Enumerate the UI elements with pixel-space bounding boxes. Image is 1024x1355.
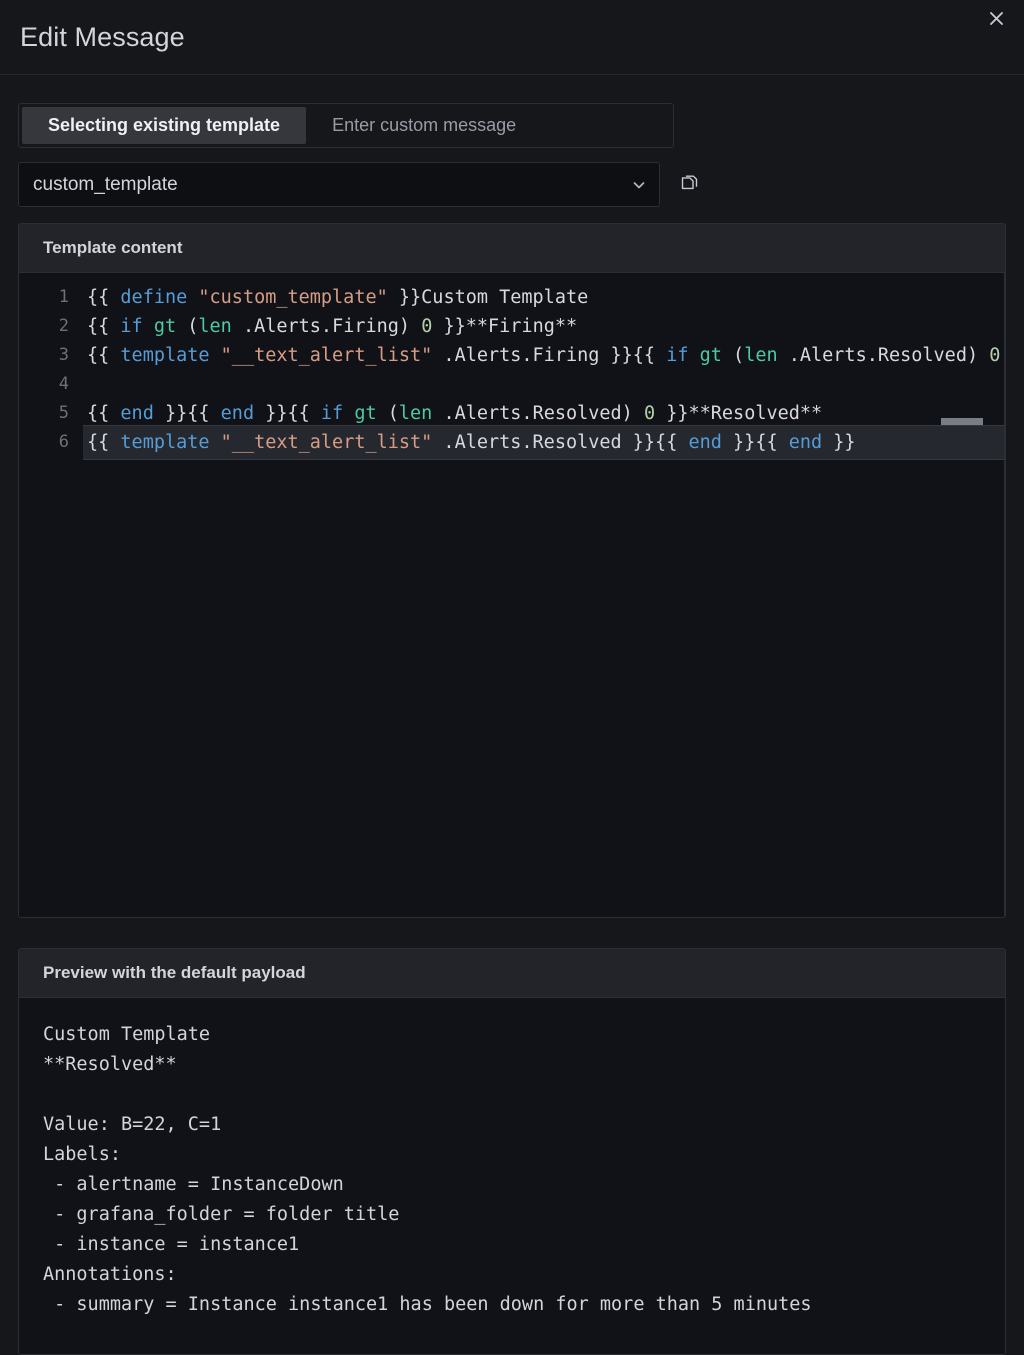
template-select-row: custom_template <box>18 162 1006 207</box>
code-token <box>210 345 221 366</box>
code-token: if <box>666 345 688 366</box>
code-line-text: {{ template "__text_alert_list" .Alerts.… <box>87 428 1005 457</box>
code-editor[interactable]: 1{{ define "custom_template" }}Custom Te… <box>19 273 1005 917</box>
code-token: }} <box>822 432 855 453</box>
tab-enter-custom-message[interactable]: Enter custom message <box>306 107 542 144</box>
close-icon[interactable] <box>982 4 1010 32</box>
preview-header: Preview with the default payload <box>19 949 1005 998</box>
preview-label: Preview with the default payload <box>43 963 306 983</box>
editor-right-edge <box>1004 273 1005 917</box>
code-token: }}Custom Template <box>388 287 588 308</box>
line-number: 1 <box>19 283 87 312</box>
code-token: ( <box>176 316 198 337</box>
code-token: {{ <box>87 432 120 453</box>
template-content-panel: Template content 1{{ define "custom_temp… <box>18 223 1006 918</box>
code-token: len <box>744 345 777 366</box>
code-token: 0 <box>421 316 432 337</box>
code-token: gt <box>154 316 176 337</box>
code-token <box>688 345 699 366</box>
code-token: "__text_alert_list" <box>221 432 433 453</box>
code-token: "custom_template" <box>198 287 387 308</box>
code-token: "__text_alert_list" <box>221 345 433 366</box>
code-token: gt <box>700 345 722 366</box>
template-select-value: custom_template <box>33 174 178 196</box>
code-token: }}**Firing** <box>432 316 577 337</box>
code-token <box>210 432 221 453</box>
code-line-text: {{ define "custom_template" }}Custom Tem… <box>87 283 1005 312</box>
code-token: {{ <box>87 345 120 366</box>
editor-horizontal-scrollbar[interactable] <box>19 418 983 427</box>
modal-body: Selecting existing template Enter custom… <box>0 75 1024 1355</box>
code-token: .Alerts.Firing }}{{ <box>432 345 666 366</box>
code-token: define <box>120 287 187 308</box>
preview-panel: Preview with the default payload Custom … <box>18 948 1006 1355</box>
code-token: len <box>198 316 231 337</box>
code-token <box>143 316 154 337</box>
code-token: .Alerts.Firing) <box>232 316 421 337</box>
copy-icon[interactable] <box>672 168 706 202</box>
code-token: .Alerts.Resolved) <box>778 345 990 366</box>
code-line[interactable]: 1{{ define "custom_template" }}Custom Te… <box>19 283 1005 312</box>
code-line[interactable]: 6{{ template "__text_alert_list" .Alerts… <box>19 428 1005 457</box>
template-content-header: Template content <box>19 224 1005 273</box>
code-token: template <box>120 432 209 453</box>
edit-message-modal: Edit Message Selecting existing template… <box>0 0 1024 1355</box>
code-line[interactable]: 2{{ if gt (len .Alerts.Firing) 0 }}**Fir… <box>19 312 1005 341</box>
modal-header: Edit Message <box>0 0 1024 75</box>
code-token: end <box>688 432 721 453</box>
line-number: 3 <box>19 341 87 370</box>
line-number: 6 <box>19 428 87 457</box>
code-token: template <box>120 345 209 366</box>
line-number: 2 <box>19 312 87 341</box>
code-line-text: {{ if gt (len .Alerts.Firing) 0 }}**Firi… <box>87 312 1005 341</box>
template-content-label: Template content <box>43 238 182 258</box>
code-token: end <box>789 432 822 453</box>
line-number: 4 <box>19 370 87 399</box>
code-token <box>187 287 198 308</box>
code-token: }}{{ <box>722 432 789 453</box>
code-token: if <box>120 316 142 337</box>
tab-selecting-existing-template[interactable]: Selecting existing template <box>22 107 306 144</box>
code-token: {{ <box>87 316 120 337</box>
code-line[interactable]: 4 <box>19 370 1005 399</box>
template-select[interactable]: custom_template <box>18 162 660 207</box>
code-token: {{ <box>87 287 120 308</box>
code-area[interactable]: 1{{ define "custom_template" }}Custom Te… <box>19 283 1005 457</box>
message-source-tabs: Selecting existing template Enter custom… <box>18 103 674 148</box>
code-line-text: {{ template "__text_alert_list" .Alerts.… <box>87 341 1005 370</box>
code-token: .Alerts.Resolved }}{{ <box>432 432 688 453</box>
scrollbar-thumb[interactable] <box>941 418 983 425</box>
page-title: Edit Message <box>20 24 185 51</box>
preview-body: Custom Template **Resolved** Value: B=22… <box>19 998 1005 1354</box>
chevron-down-icon <box>631 177 647 193</box>
code-token: 0 <box>989 345 1000 366</box>
code-token: ( <box>722 345 744 366</box>
code-line[interactable]: 3{{ template "__text_alert_list" .Alerts… <box>19 341 1005 370</box>
